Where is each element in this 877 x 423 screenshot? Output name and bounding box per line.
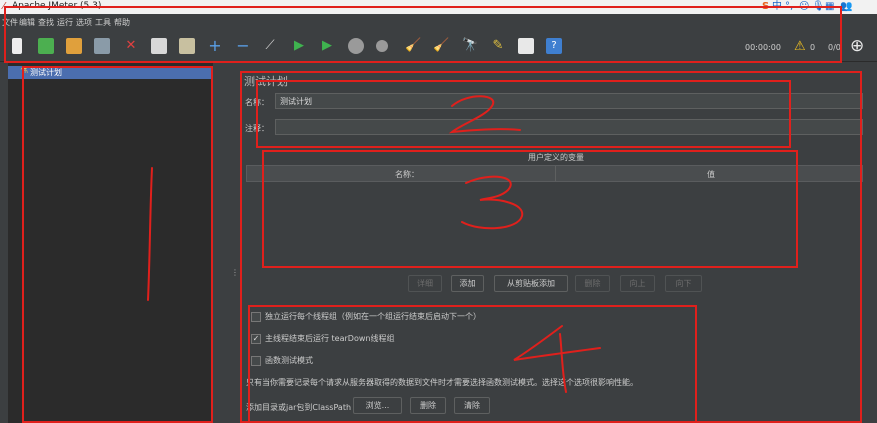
annotation-digit-1	[147, 167, 153, 301]
annotation-digit-4	[513, 325, 601, 393]
annotation-digit-2	[448, 95, 521, 134]
annotation-digit-3	[461, 175, 524, 230]
